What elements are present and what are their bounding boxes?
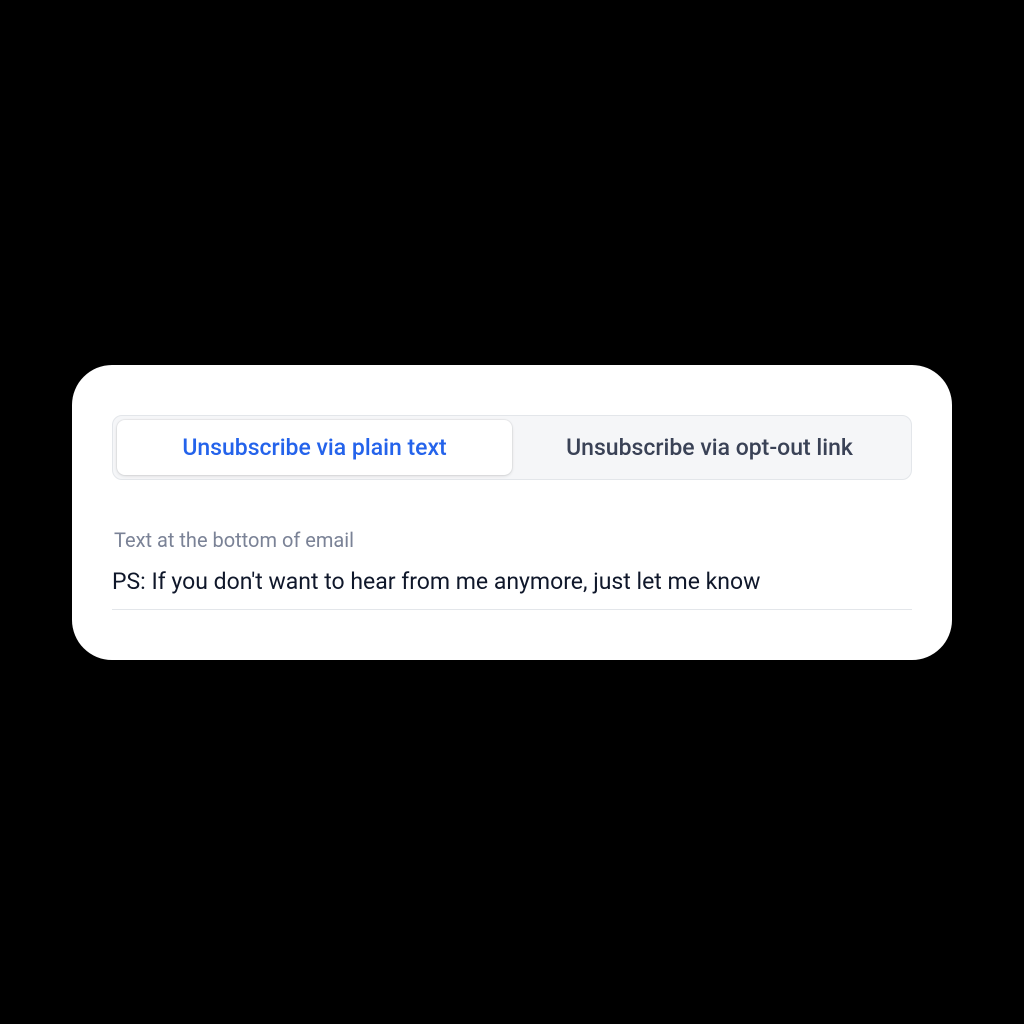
footer-text-label: Text at the bottom of email [112,528,912,552]
tab-optout-link[interactable]: Unsubscribe via opt-out link [512,420,907,475]
tab-plain-text[interactable]: Unsubscribe via plain text [117,420,512,475]
footer-text-input[interactable] [112,564,912,610]
unsubscribe-settings-card: Unsubscribe via plain text Unsubscribe v… [72,365,952,660]
unsubscribe-method-tabs: Unsubscribe via plain text Unsubscribe v… [112,415,912,480]
